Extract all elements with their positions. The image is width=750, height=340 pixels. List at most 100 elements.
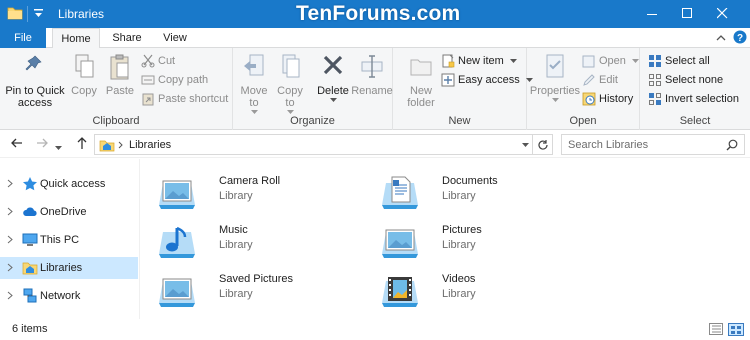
scissors-icon [141, 54, 155, 68]
copy-button[interactable]: Copy [68, 52, 100, 97]
expand-chevron-icon[interactable] [7, 291, 13, 300]
copy-path-button[interactable]: Copy path [141, 71, 208, 89]
minimize-button[interactable] [636, 0, 670, 28]
cut-label: Cut [158, 55, 176, 67]
easy-access-button[interactable]: Easy access [441, 71, 533, 89]
new-item-label: New item [458, 55, 504, 67]
list-item[interactable]: Saved Pictures Library [157, 269, 367, 313]
sidebar-item-quick-access[interactable]: Quick access [0, 173, 138, 195]
status-bar: 6 items [0, 319, 750, 340]
folder-icon[interactable] [7, 6, 23, 23]
open-button[interactable]: Open [582, 52, 639, 70]
library-type: Library [219, 288, 253, 300]
move-to-dropdown-icon [250, 110, 258, 114]
music-library-icon [159, 226, 195, 258]
edit-button[interactable]: Edit [582, 71, 618, 89]
delete-icon [323, 55, 343, 75]
search-box[interactable] [561, 134, 745, 155]
sidebar-item-this-pc[interactable]: This PC [0, 229, 138, 251]
paste-button[interactable]: Paste [104, 52, 136, 97]
recent-locations-button[interactable] [55, 141, 62, 153]
new-folder-button[interactable]: New folder [401, 52, 441, 109]
properties-icon [546, 54, 564, 78]
sidebar-item-onedrive[interactable]: OneDrive [0, 201, 138, 223]
forward-arrow-icon [37, 138, 48, 148]
back-button[interactable] [10, 136, 24, 153]
list-item[interactable]: Videos Library [380, 269, 590, 313]
network-icon [23, 288, 37, 303]
sidebar-item-network[interactable]: Network [0, 285, 138, 307]
organize-group-label: Organize [290, 115, 335, 127]
search-icon[interactable] [726, 139, 738, 151]
copy-icon [75, 54, 94, 78]
libraries-icon [22, 262, 38, 275]
address-dropdown-icon[interactable] [522, 143, 529, 147]
up-button[interactable] [75, 136, 89, 153]
list-item[interactable]: Camera Roll Library [157, 171, 367, 215]
rename-label: Rename [351, 85, 393, 97]
select-group: Select all Select none Invert selection … [640, 48, 750, 130]
paste-icon [110, 54, 129, 80]
file-list: Camera Roll Library Documents Library Mu… [141, 159, 750, 319]
paste-shortcut-label: Paste shortcut [158, 93, 229, 105]
tab-home[interactable]: Home [52, 28, 100, 49]
up-arrow-icon [77, 137, 87, 149]
videos-library-icon [382, 277, 418, 307]
paste-shortcut-button[interactable]: Paste shortcut [141, 90, 228, 108]
move-to-button[interactable]: Move to [237, 52, 271, 114]
list-item[interactable]: Documents Library [380, 171, 590, 215]
help-icon[interactable]: ? [733, 30, 747, 47]
delete-button[interactable]: Delete [315, 52, 351, 102]
expand-chevron-icon[interactable] [7, 235, 13, 244]
open-dropdown-icon [631, 59, 639, 64]
expand-chevron-icon[interactable] [7, 179, 13, 188]
pictures-library-icon [159, 180, 195, 209]
library-type: Library [442, 288, 476, 300]
new-item-icon [442, 54, 455, 68]
cut-button[interactable]: Cut [141, 52, 175, 70]
select-all-button[interactable]: Select all [648, 52, 710, 70]
address-toolbar: Libraries [0, 130, 750, 158]
history-button[interactable]: History [582, 90, 633, 108]
expand-chevron-icon[interactable] [7, 263, 13, 272]
forward-button[interactable] [35, 136, 49, 153]
details-view-button[interactable] [709, 323, 723, 338]
pin-to-quick-access-button[interactable]: Pin to Quick access [4, 52, 66, 109]
item-count: 6 items [12, 323, 48, 335]
title-bar: Libraries TenForums.com [0, 0, 750, 28]
tab-view[interactable]: View [153, 28, 197, 48]
new-group: New folder New item Easy access New [393, 48, 533, 130]
select-none-button[interactable]: Select none [648, 71, 723, 89]
properties-button[interactable]: Properties [529, 52, 581, 102]
collapse-ribbon-icon[interactable] [716, 33, 726, 45]
copy-to-button[interactable]: Copy to [273, 52, 307, 114]
properties-dropdown-icon [551, 98, 559, 102]
edit-icon [583, 74, 595, 86]
tab-share[interactable]: Share [104, 28, 150, 48]
expand-chevron-icon[interactable] [7, 207, 13, 216]
search-input[interactable] [568, 135, 718, 154]
sidebar-item-label: Quick access [40, 178, 106, 190]
history-label: History [599, 93, 634, 105]
library-name: Camera Roll [219, 175, 281, 187]
list-item[interactable]: Pictures Library [380, 220, 590, 264]
invert-selection-button[interactable]: Invert selection [648, 90, 739, 108]
maximize-button[interactable] [671, 0, 705, 28]
address-bar[interactable]: Libraries [94, 134, 553, 155]
invert-selection-label: Invert selection [665, 93, 739, 105]
breadcrumb[interactable]: Libraries [129, 139, 171, 151]
tab-file[interactable]: File [0, 28, 46, 48]
new-item-button[interactable]: New item [441, 52, 517, 70]
ribbon: Pin to Quick access Copy Paste Cut Copy … [0, 48, 750, 130]
details-view-icon [709, 323, 723, 335]
sidebar-item-label: OneDrive [40, 206, 87, 218]
copy-path-label: Copy path [158, 74, 209, 86]
list-item[interactable]: Music Library [157, 220, 367, 264]
large-icons-view-button[interactable] [728, 323, 744, 339]
refresh-icon[interactable] [537, 139, 549, 151]
new-folder-label: New folder [407, 85, 435, 109]
close-button[interactable] [706, 0, 740, 28]
quick-access-toolbar-dropdown-icon[interactable] [34, 9, 43, 22]
rename-button[interactable]: Rename [351, 52, 393, 97]
sidebar-item-libraries[interactable]: Libraries [0, 257, 138, 279]
